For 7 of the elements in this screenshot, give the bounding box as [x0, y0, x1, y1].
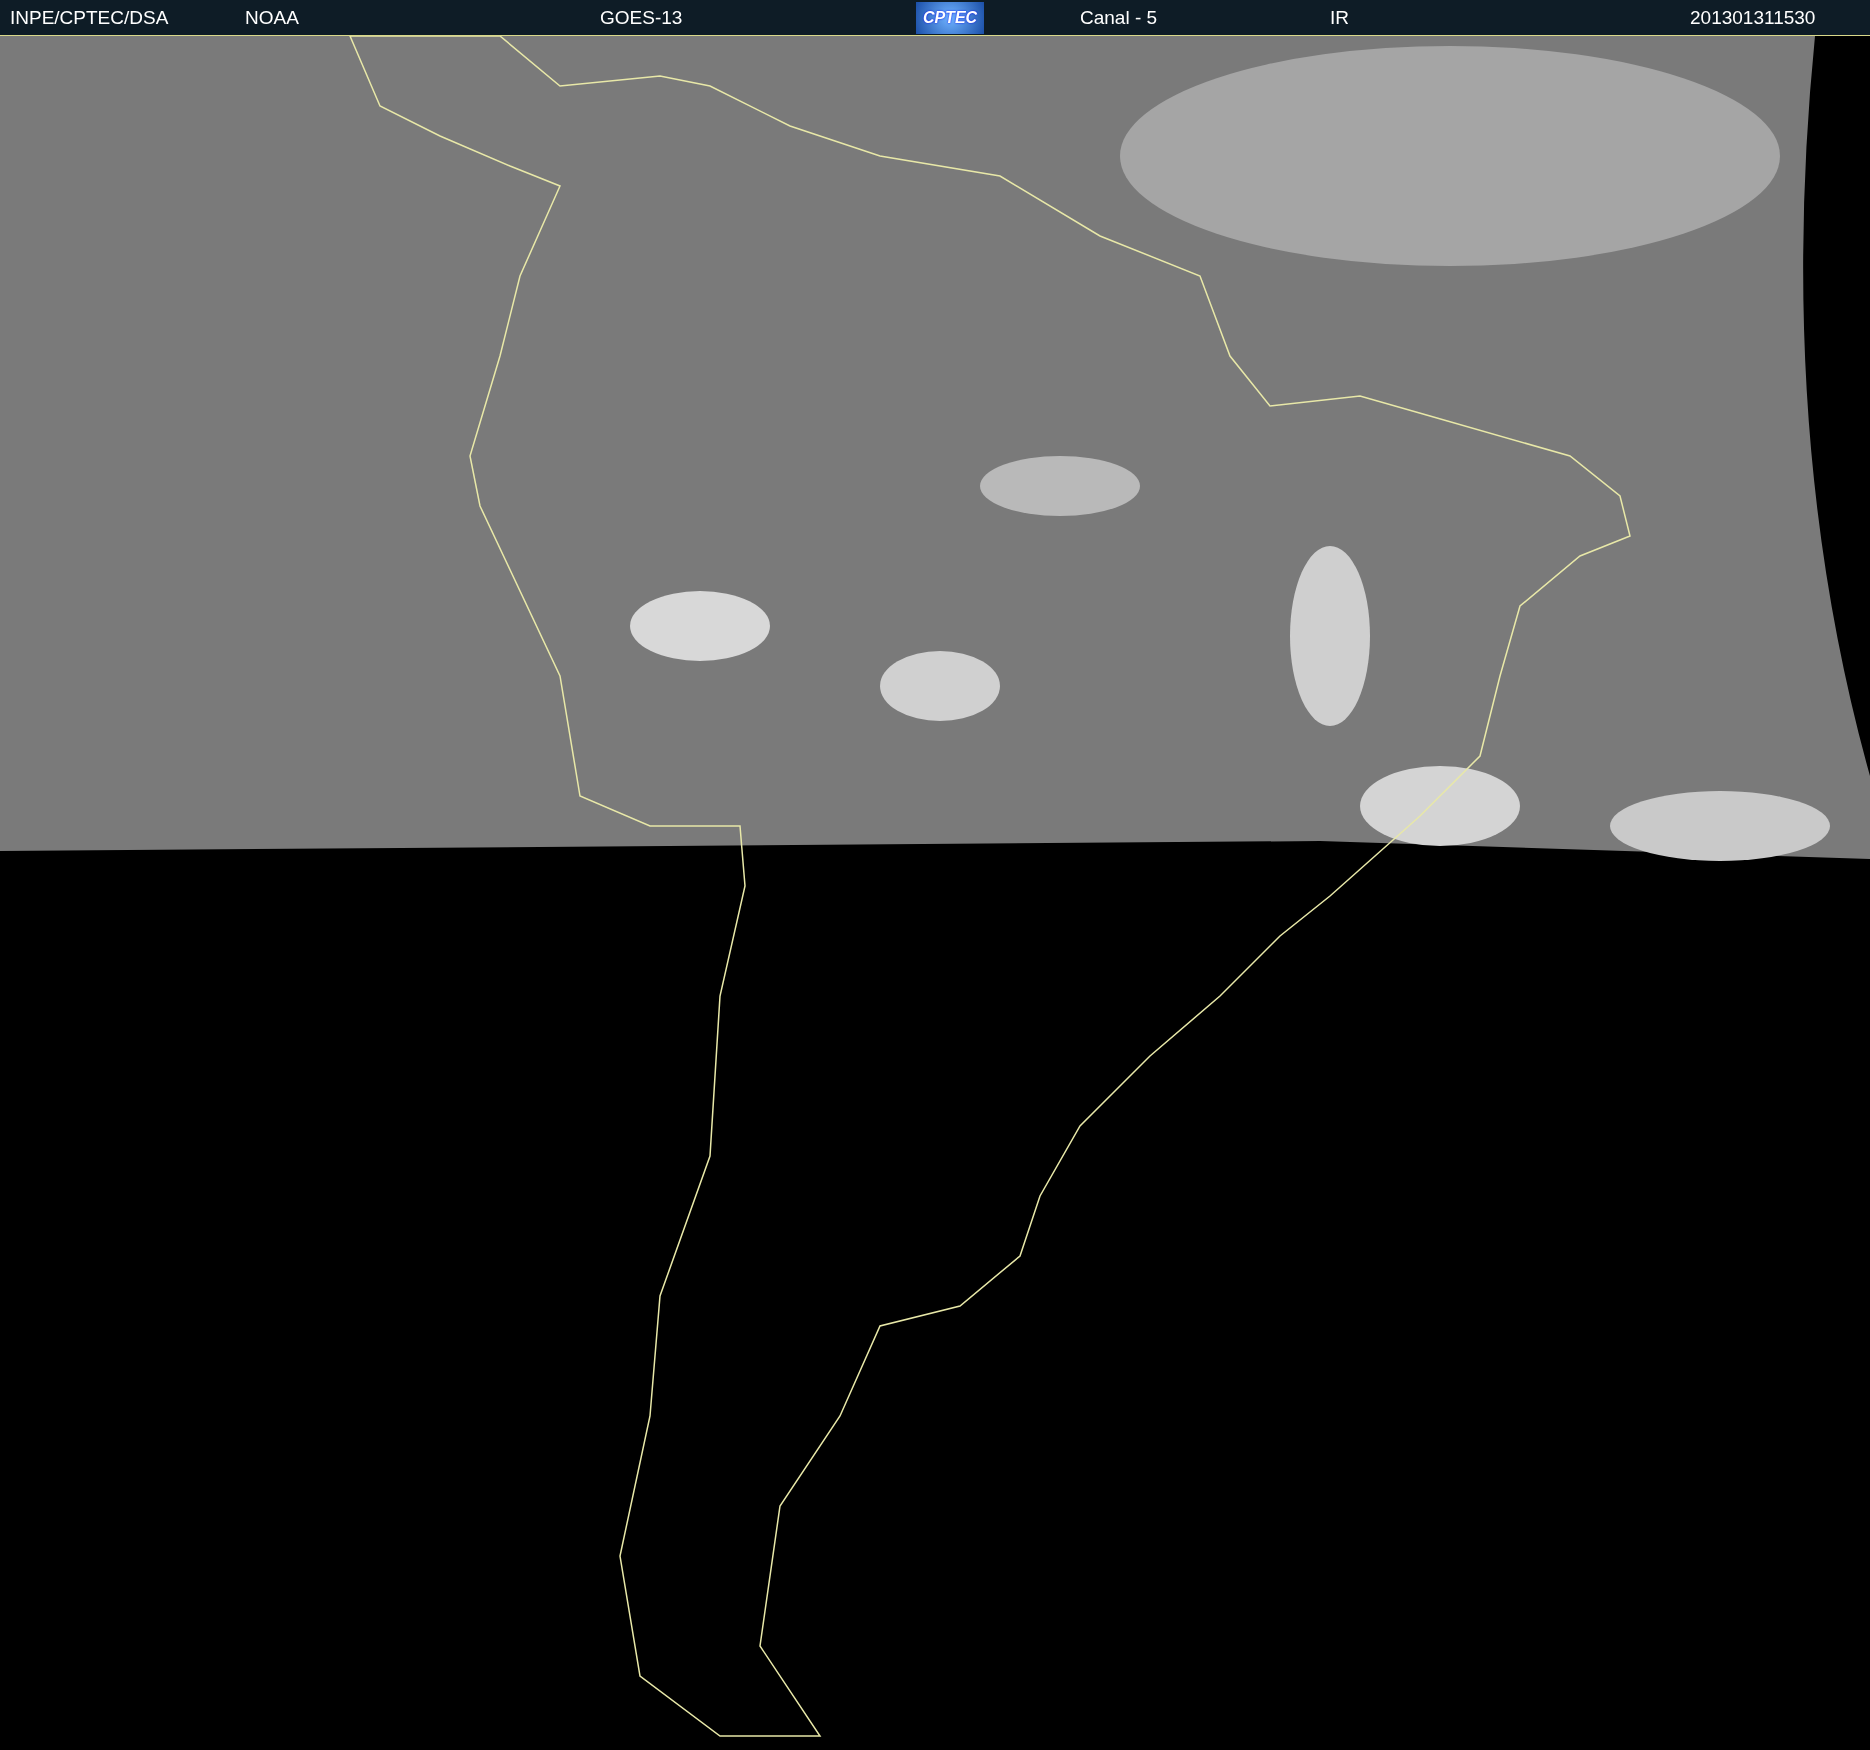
timestamp-label: 201301311530 — [1690, 6, 1816, 28]
source-label: NOAA — [245, 6, 299, 28]
channel-label: Canal - 5 — [1080, 6, 1158, 28]
band-label: IR — [1330, 6, 1349, 28]
logo: CPTEC — [916, 1, 984, 34]
agency-label: INPE/CPTEC/DSA — [10, 6, 169, 28]
satellite-label: GOES-13 — [600, 6, 683, 28]
